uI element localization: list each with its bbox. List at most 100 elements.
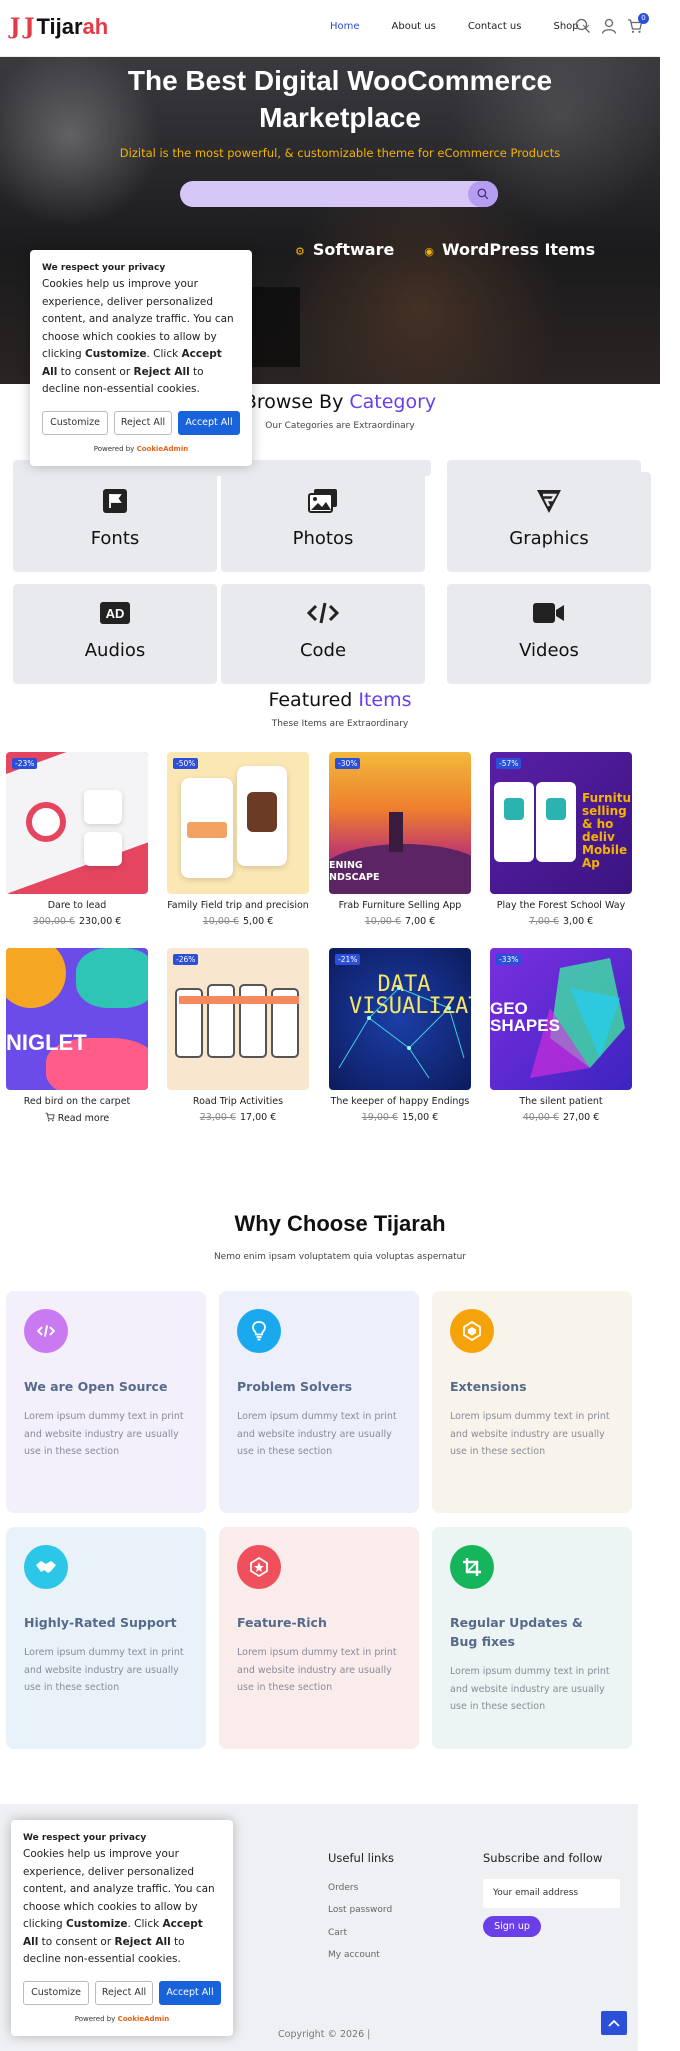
product-image-text: DATA VISUALIZATION — [349, 972, 471, 1019]
discount-badge: -50% — [173, 758, 199, 769]
product-price: 300,00 € 230,00 € — [6, 916, 148, 927]
product-image[interactable]: DATA VISUALIZATION -21% — [329, 948, 471, 1090]
category-card-audios[interactable]: AD Audios — [13, 584, 217, 684]
featured-section-title: Featured Items — [0, 689, 680, 711]
why-card-description: Lorem ipsum dummy text in print and webs… — [450, 1411, 610, 1457]
logo-suffix: ah — [82, 14, 109, 39]
site-logo[interactable]: J J Tijarah — [10, 14, 108, 40]
cookie-customize-button[interactable]: Customize — [42, 410, 108, 435]
puzzle-icon — [450, 1309, 494, 1353]
images-icon — [221, 486, 425, 516]
search-icon — [477, 188, 489, 200]
hero-search-input[interactable] — [180, 181, 498, 207]
cookie-consent-popup: We respect your privacy Cookies help us … — [11, 1820, 233, 2036]
cookie-accept-button[interactable]: Accept All — [159, 1980, 221, 2005]
cookie-text: Cookies help us improve your experience,… — [42, 276, 240, 399]
footer-link-orders[interactable]: Orders — [328, 1883, 358, 1893]
cookie-title: We respect your privacy — [42, 263, 166, 273]
cookie-powered-brand: CookieAdmin — [117, 2014, 170, 2023]
why-card-description: Lorem ipsum dummy text in print and webs… — [237, 1411, 397, 1457]
footer-copyright: Copyright © 2026 | — [278, 2029, 371, 2040]
cookie-reject-button[interactable]: Reject All — [95, 1980, 153, 2005]
why-card-title: Highly-Rated Support — [24, 1615, 177, 1630]
product-sale-price: 230,00 € — [79, 916, 122, 927]
product-image[interactable]: ENING NDSCAPE -30% — [329, 752, 471, 894]
product-image-shape — [494, 782, 534, 862]
hero-tag-label: WordPress Items — [441, 240, 596, 259]
category-card-code[interactable]: Code — [221, 584, 425, 684]
category-title-b: Category — [349, 391, 437, 413]
product-image-shape — [26, 802, 66, 842]
why-card-description: Lorem ipsum dummy text in print and webs… — [450, 1666, 610, 1712]
product-name[interactable]: Road Trip Activities — [167, 1096, 309, 1107]
cookie-consent-popup: We respect your privacy Cookies help us … — [30, 250, 252, 466]
logo-text: Tijarah — [36, 14, 108, 40]
footer-link-my-account[interactable]: My account — [328, 1950, 380, 1960]
product-price: 40,00 € 27,00 € — [490, 1112, 632, 1123]
product-image-shape — [247, 792, 277, 832]
product-name[interactable]: The silent patient — [490, 1096, 632, 1107]
hero-title: The Best Digital WooCommerce Marketplace — [0, 62, 680, 136]
why-card: Problem Solvers Lorem ipsum dummy text i… — [219, 1291, 419, 1513]
product-old-price: 19,00 € — [361, 1112, 398, 1123]
chevron-up-icon — [608, 2019, 620, 2027]
nav-about[interactable]: About us — [392, 21, 436, 32]
hero-tag-wordpress[interactable]: ◉ WordPress Items — [424, 240, 595, 259]
category-card-fonts[interactable]: Fonts — [13, 472, 217, 572]
cookie-title: We respect your privacy — [23, 1833, 147, 1843]
product-image[interactable]: GEO SHAPES -33% — [490, 948, 632, 1090]
cookie-buttons: Customize Reject All Accept All — [23, 1980, 221, 2005]
product-image[interactable]: Furnitu selling & ho deliv Mobile Ap -57… — [490, 752, 632, 894]
cart-icon — [45, 1112, 55, 1122]
category-card-graphics[interactable]: Graphics — [447, 472, 651, 572]
logo-prefix: Tijar — [36, 14, 83, 39]
product-image[interactable]: NIGLET — [6, 948, 148, 1090]
read-more-link[interactable]: Read more — [6, 1112, 148, 1124]
why-card: Highly-Rated Support Lorem ipsum dummy t… — [6, 1527, 206, 1749]
search-icon[interactable] — [575, 18, 591, 34]
category-label: Audios — [84, 640, 146, 661]
video-icon — [447, 598, 651, 628]
why-card-title: Regular Updates & Bug fixes — [450, 1615, 583, 1649]
why-section-subtitle: Nemo enim ipsam voluptatem quia voluptas… — [213, 1252, 467, 1262]
product-name[interactable]: Red bird on the carpet — [6, 1096, 148, 1107]
category-card-videos[interactable]: Videos — [447, 584, 651, 684]
footer-signup-button[interactable]: Sign up — [483, 1916, 541, 1937]
product-image-shape — [187, 822, 227, 838]
product-name[interactable]: Family Field trip and precision — [167, 900, 309, 911]
product-sale-price: 3,00 € — [563, 916, 594, 927]
hero-tag-software[interactable]: ⚙ Software — [295, 240, 394, 259]
product-name[interactable]: Frab Furniture Selling App — [329, 900, 471, 911]
product-old-price: 7,00 € — [528, 916, 559, 927]
product-old-price: 23,00 € — [199, 1112, 236, 1123]
why-card-title: Feature-Rich — [237, 1615, 327, 1630]
footer-link-lost-password[interactable]: Lost password — [328, 1905, 392, 1915]
cookie-reject-button[interactable]: Reject All — [114, 410, 172, 435]
product-sale-price: 5,00 € — [243, 916, 274, 927]
product-image[interactable]: -50% — [167, 752, 309, 894]
nav-contact[interactable]: Contact us — [468, 21, 522, 32]
cookie-accept-button[interactable]: Accept All — [178, 410, 240, 435]
cookie-customize-button[interactable]: Customize — [23, 1980, 89, 2005]
svg-text:AD: AD — [106, 606, 125, 621]
category-card-photos[interactable]: Photos — [221, 472, 425, 572]
product-name[interactable]: The keeper of happy Endings — [329, 1096, 471, 1107]
featured-section-subtitle: These Items are Extraordinary — [271, 719, 409, 729]
crop-icon — [450, 1545, 494, 1589]
product-image[interactable]: -26% — [167, 948, 309, 1090]
product-sale-price: 17,00 € — [240, 1112, 277, 1123]
product-image[interactable]: -23% — [6, 752, 148, 894]
product-sale-price: 27,00 € — [563, 1112, 600, 1123]
product-name[interactable]: Play the Forest School Way — [490, 900, 632, 911]
footer-link-cart[interactable]: Cart — [328, 1928, 347, 1938]
hero-search-button[interactable] — [468, 181, 498, 207]
cookie-text-part: . Click — [127, 1918, 163, 1930]
product-image-shape — [179, 996, 299, 1004]
nav-home[interactable]: Home — [330, 21, 360, 32]
cart-icon[interactable]: 0 — [627, 13, 649, 34]
footer-email-input[interactable]: Your email address — [483, 1879, 620, 1908]
back-to-top-button[interactable] — [601, 2011, 627, 2035]
user-icon[interactable] — [601, 18, 617, 34]
product-name[interactable]: Dare to lead — [6, 900, 148, 911]
cookie-powered-brand: CookieAdmin — [136, 444, 189, 453]
